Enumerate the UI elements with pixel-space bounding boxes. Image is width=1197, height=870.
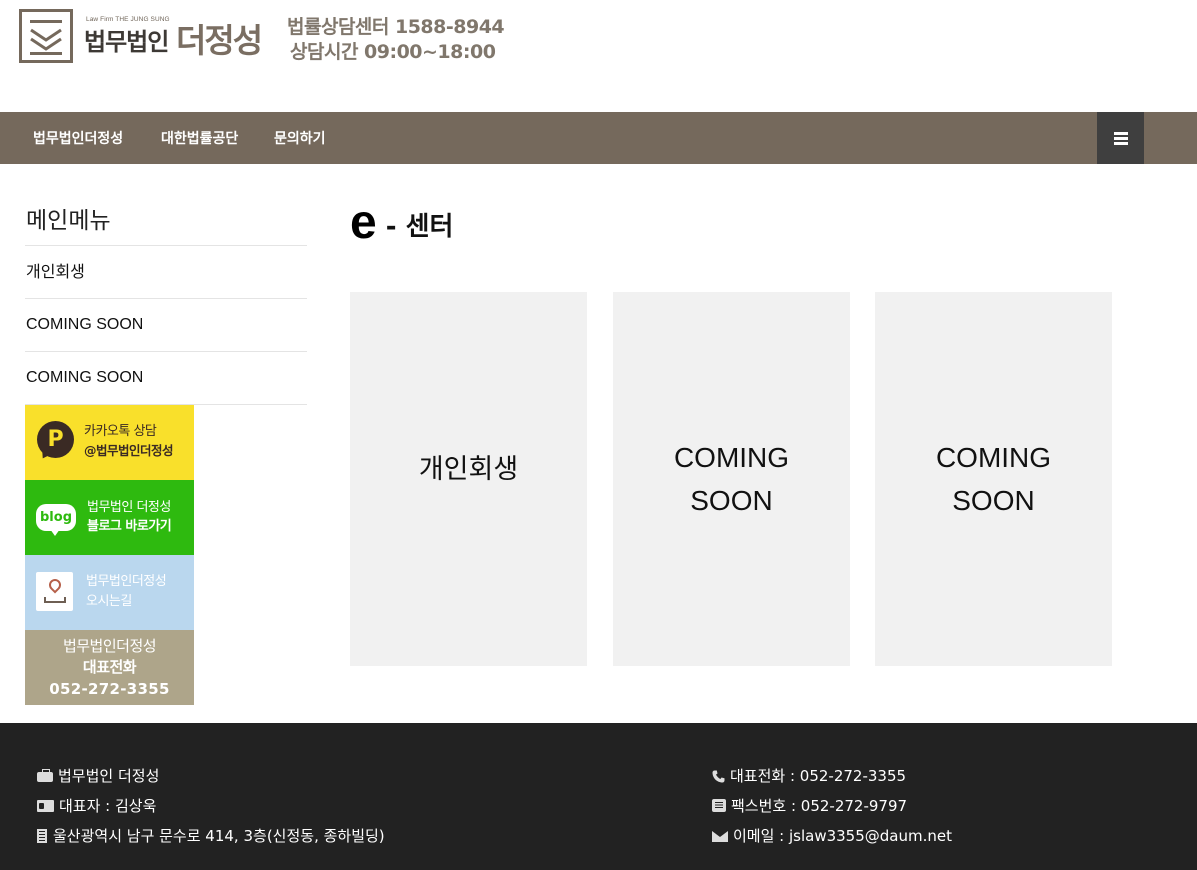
kakao-banner-line2: @법무법인더정성 — [84, 443, 174, 458]
sidebar-item-rehabilitation[interactable]: 개인회생 — [25, 246, 307, 299]
hotline-number: 법률상담센터 1588-8944 — [287, 16, 505, 38]
footer-representative: 대표자 : 김상욱 — [37, 795, 156, 816]
id-card-icon — [37, 799, 54, 812]
nav-item-firm[interactable]: 법무법인더정성 — [33, 128, 123, 148]
nav-item-contact[interactable]: 문의하기 — [274, 128, 326, 148]
footer-address: 울산광역시 남구 문수로 414, 3층(신정동, 종하빌딩) — [37, 825, 385, 846]
fax-icon — [712, 799, 726, 812]
directions-banner[interactable]: 법무법인더정성 오시는길 — [25, 555, 194, 630]
menu-toggle-button[interactable] — [1097, 112, 1144, 164]
phone-banner-line1: 법무법인더정성 — [62, 637, 157, 655]
phone-banner[interactable]: 법무법인더정성 대표전화 052-272-3355 — [25, 630, 194, 705]
sidebar-item-coming-soon-1[interactable]: COMING SOON — [25, 299, 307, 352]
hamburger-icon — [1113, 132, 1128, 145]
center-card-coming-soon-2[interactable]: COMING SOON — [875, 292, 1112, 666]
page-title-text: - 센터 — [376, 212, 454, 242]
footer-phone: 대표전화 : 052-272-3355 — [712, 765, 906, 786]
page-title-prefix: e — [350, 196, 377, 249]
card-label: COMING SOON — [673, 442, 790, 516]
center-card-rehabilitation[interactable]: 개인회생 — [350, 292, 587, 666]
page-title: e - 센터 — [350, 195, 453, 250]
blog-banner[interactable]: blog 법무법인 더정성 블로그 바로가기 — [25, 480, 194, 555]
footer-firm-name: 법무법인 더정성 — [37, 765, 159, 786]
card-label: 개인회생 — [418, 453, 519, 485]
phone-banner-number: 052-272-3355 — [49, 680, 170, 698]
site-footer: 법무법인 더정성 대표자 : 김상욱 울산광역시 남구 문수로 414, 3층(… — [0, 723, 1197, 870]
kakao-consult-banner[interactable]: P 카카오톡 상담 @법무법인더정성 — [25, 405, 194, 480]
logo-name-secondary[interactable]: 더정성 — [176, 14, 263, 62]
center-card-coming-soon-1[interactable]: COMING SOON — [613, 292, 850, 666]
sidebar-item-coming-soon-2[interactable]: COMING SOON — [25, 352, 307, 405]
blog-banner-line1: 법무법인 더정성 — [87, 500, 171, 515]
footer-email: 이메일 : jslaw3355@daum.net — [712, 825, 952, 846]
footer-fax: 팩스번호 : 052-272-9797 — [712, 795, 907, 816]
envelope-icon — [712, 830, 728, 842]
logo-icon[interactable] — [19, 9, 73, 63]
logo-name-primary[interactable]: 법무법인 — [84, 22, 169, 57]
site-header: Law Firm THE JUNG SUNG 법무법인 더정성 법률상담센터 1… — [0, 0, 1197, 112]
kakao-p-icon: P — [37, 421, 74, 458]
building-icon — [37, 828, 47, 843]
briefcase-icon — [37, 768, 53, 782]
main-nav: 법무법인더정성 대한법률공단 문의하기 — [0, 112, 1197, 164]
sidebar-title: 메인메뉴 — [25, 192, 307, 246]
sidebar: 메인메뉴 개인회생 COMING SOON COMING SOON P 카카오톡… — [25, 192, 307, 705]
phone-icon — [712, 769, 725, 783]
map-pin-icon — [36, 572, 73, 611]
card-label: COMING SOON — [935, 442, 1052, 516]
blog-icon: blog — [36, 504, 76, 531]
consult-hours: 상담시간 09:00~18:00 — [290, 41, 496, 63]
directions-banner-line2: 오시는길 — [86, 594, 132, 609]
directions-banner-line1: 법무법인더정성 — [86, 574, 167, 589]
phone-banner-line2: 대표전화 — [82, 658, 137, 676]
blog-banner-line2: 블로그 바로가기 — [87, 519, 172, 534]
kakao-banner-line1: 카카오톡 상담 — [84, 424, 157, 439]
nav-item-legal-aid[interactable]: 대한법률공단 — [161, 128, 238, 148]
